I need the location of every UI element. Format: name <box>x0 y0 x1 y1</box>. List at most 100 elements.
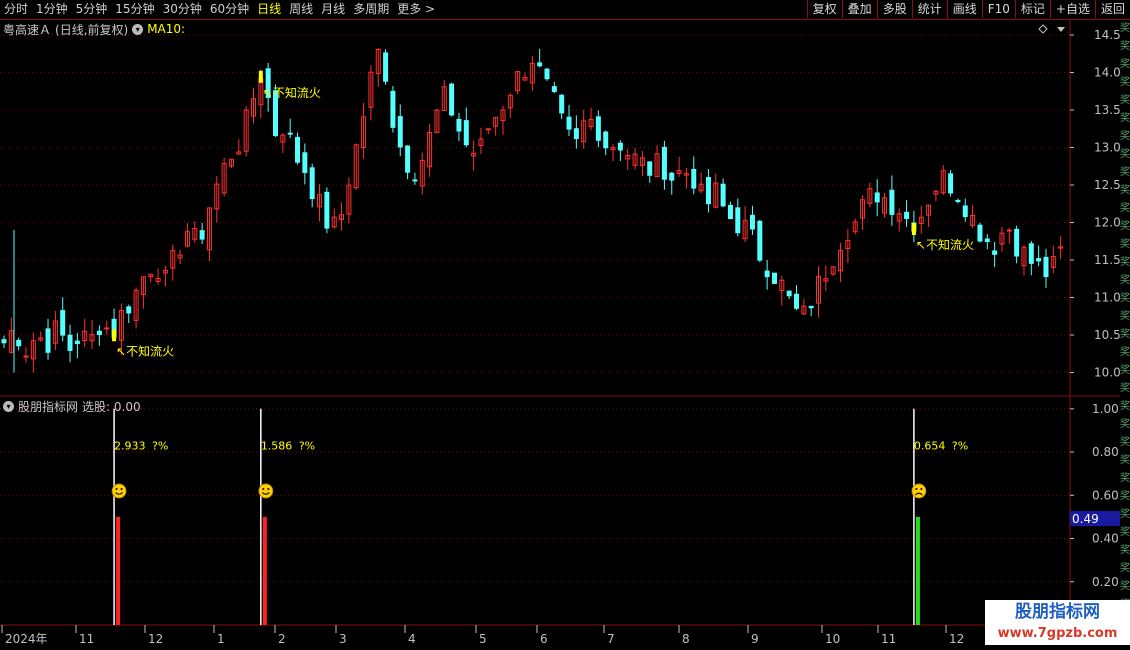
sub-y-tick-label: 0.60 <box>1092 488 1119 502</box>
toolbar-button-3[interactable]: 统计 <box>911 0 947 18</box>
watermark-logo: 股朋指标网 www.7gpzb.com <box>985 600 1130 648</box>
tab-period-10[interactable]: 更多 > <box>393 0 439 19</box>
candle-body <box>45 328 51 353</box>
face-eye <box>915 487 918 490</box>
time-label: 10 <box>825 632 840 645</box>
signal-marker <box>911 223 916 236</box>
signal-annotation: ↖不知流火 <box>263 86 321 100</box>
tab-period-8[interactable]: 月线 <box>317 0 349 19</box>
candle-body <box>691 168 697 189</box>
main-y-tick-label: 10.00 <box>1094 366 1120 380</box>
candle-body <box>793 293 799 309</box>
candle-body <box>771 272 777 284</box>
time-label: 3 <box>339 632 347 645</box>
toolbar-button-0[interactable]: 复权 <box>806 0 842 18</box>
candle-body <box>23 355 29 358</box>
chevron-down-icon[interactable]: ▾ <box>132 23 144 35</box>
signal-marker <box>112 329 117 342</box>
signal-value-label: 1.586 <box>261 440 293 453</box>
candle-body <box>1 339 7 344</box>
signal-value-label: 2.933 <box>114 440 146 453</box>
candle-body <box>757 220 763 261</box>
candle-body <box>559 94 565 114</box>
candle-body <box>955 199 961 202</box>
tab-period-7[interactable]: 周线 <box>285 0 317 19</box>
candle-body <box>60 310 66 336</box>
face-eye <box>267 487 270 490</box>
time-label: 11 <box>881 632 896 645</box>
sub-y-tick-label: 0.40 <box>1092 532 1119 546</box>
toolbar-button-4[interactable]: 画线 <box>946 0 982 18</box>
candle-body <box>984 238 990 242</box>
tab-period-3[interactable]: 15分钟 <box>111 0 158 19</box>
tab-period-2[interactable]: 5分钟 <box>72 0 112 19</box>
candle-body <box>1043 256 1049 278</box>
time-label: 1 <box>217 632 225 645</box>
toolbar-button-2[interactable]: 多股 <box>876 0 912 18</box>
time-label: 7 <box>607 632 615 645</box>
main-y-tick-label: 13.50 <box>1094 103 1120 117</box>
candle-body <box>595 116 601 141</box>
candle-body <box>74 340 80 345</box>
toolbar-button-5[interactable]: F10 <box>981 0 1015 18</box>
signal-marker <box>258 70 263 83</box>
time-label: 11 <box>79 632 94 645</box>
candle-body <box>566 116 572 130</box>
candle-body <box>720 183 726 207</box>
candle-body <box>412 179 418 182</box>
candle-body <box>309 167 315 200</box>
candle-body <box>104 327 110 330</box>
chevron-down-icon[interactable]: ▾ <box>3 400 14 412</box>
ma-indicator: MA10: <box>147 22 186 36</box>
signal-annotation: ↖不知流火 <box>116 344 174 358</box>
main-y-tick-label: 14.50 <box>1094 28 1120 42</box>
cursor-value-label: 0.49 <box>1072 512 1099 526</box>
tab-period-1[interactable]: 1分钟 <box>32 0 72 19</box>
sub-indicator-value: 选股: 0.00 <box>82 399 141 414</box>
diamond-icon <box>1038 24 1048 34</box>
signal-suffix-label: ?% <box>152 440 168 453</box>
candle-body <box>302 152 308 173</box>
candle-body <box>749 214 755 230</box>
candle-body <box>405 145 411 173</box>
candle-body <box>1014 228 1020 257</box>
signal-suffix-label: ?% <box>952 440 968 453</box>
smile-icon <box>258 483 274 499</box>
toolbar-button-7[interactable]: +自选 <box>1049 0 1095 18</box>
main-y-tick-label: 12.50 <box>1094 178 1120 192</box>
candle-body <box>449 83 455 116</box>
time-label: 6 <box>540 632 548 645</box>
candle-body <box>544 68 550 80</box>
tab-period-5[interactable]: 60分钟 <box>206 0 253 19</box>
candle-body <box>603 131 609 149</box>
candle-body <box>456 118 462 132</box>
candle-body <box>295 136 301 163</box>
main-y-tick-label: 12.00 <box>1094 216 1120 230</box>
candle-body <box>390 90 396 128</box>
sub-panel-title: ▾ 股朋指标网 选股: 0.00 <box>3 398 141 414</box>
candle-body <box>617 142 623 151</box>
candle-body <box>383 52 389 82</box>
candle-body <box>705 177 711 205</box>
stock-name: 粤高速Ａ <box>3 22 52 37</box>
toolbar-button-6[interactable]: 标记 <box>1014 0 1050 18</box>
main-panel-title: 粤高速Ａ (日线,前复权) ▾ MA10: <box>3 21 185 37</box>
time-label: 12 <box>148 632 163 645</box>
candle-body <box>324 191 330 229</box>
candle-body <box>573 128 579 140</box>
kline-chart[interactable]: 14.5014.0013.5013.0012.5012.0011.5011.00… <box>0 20 1120 645</box>
candle-body <box>992 250 998 255</box>
main-y-tick-label: 13.00 <box>1094 141 1120 155</box>
period-tabs: 分时 1分钟 5分钟 15分钟 30分钟 60分钟 日线 周线 月线 多周期 更多 > <box>0 0 439 19</box>
tab-period-0[interactable]: 分时 <box>0 0 32 19</box>
toolbar-button-1[interactable]: 叠加 <box>841 0 877 18</box>
tab-period-6[interactable]: 日线 <box>253 0 285 19</box>
tab-period-4[interactable]: 30分钟 <box>159 0 206 19</box>
tab-period-9[interactable]: 多周期 <box>349 0 393 19</box>
caret-down-icon <box>1057 27 1065 32</box>
candle-body <box>647 161 653 176</box>
signal-bar <box>915 516 920 625</box>
candle-body <box>16 339 22 347</box>
toolbar-button-8[interactable]: 返回 <box>1094 0 1130 18</box>
signal-bar <box>116 516 121 625</box>
